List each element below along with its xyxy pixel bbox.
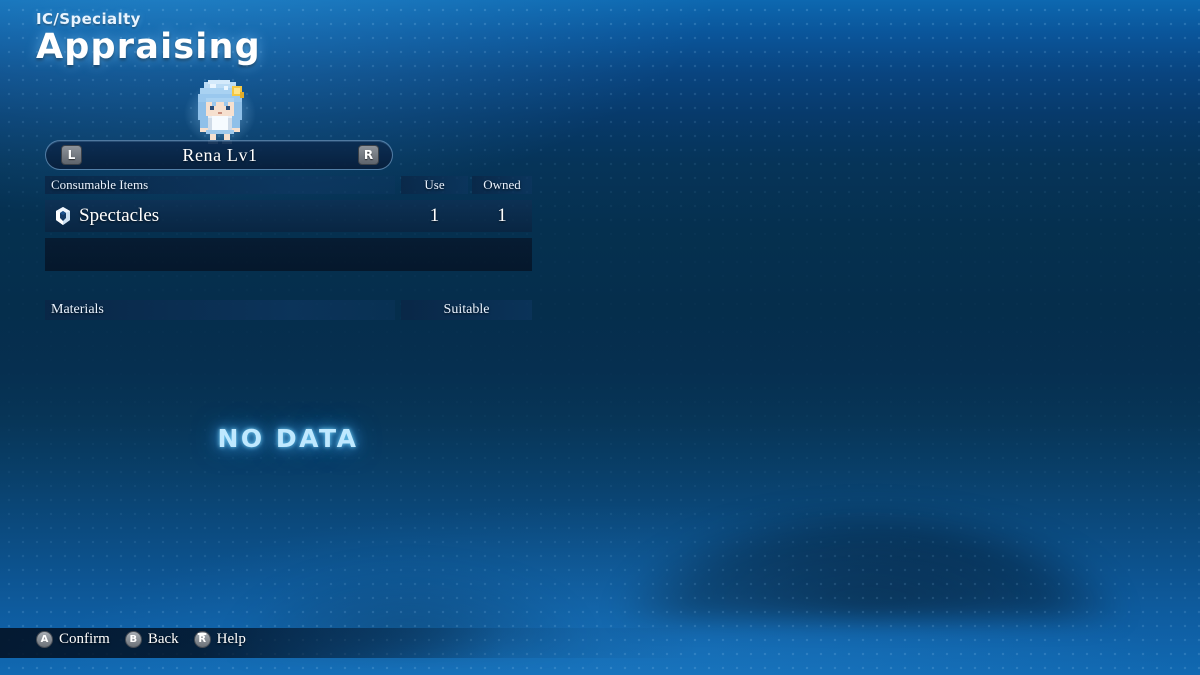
- table-row[interactable]: Spectacles 1 1: [45, 200, 532, 232]
- column-header-use: Use: [424, 177, 445, 192]
- column-header-consumable-items: Consumable Items: [51, 177, 149, 192]
- character-portrait: [170, 66, 270, 158]
- page-title: Appraising: [36, 27, 261, 67]
- prompt-help-label: Help: [216, 631, 246, 647]
- page-header: IC/Specialty Appraising: [36, 10, 261, 66]
- button-prompt-bar: A Confirm B Back R Help: [36, 631, 246, 648]
- rena-sprite-icon: [198, 80, 244, 144]
- game-screen: IC/Specialty Appraising L Rena Lv1 R Con…: [0, 0, 1200, 675]
- character-name-label: Rena Lv1: [182, 144, 258, 165]
- prompt-help[interactable]: R Help: [193, 631, 246, 648]
- item-name-label: Spectacles: [79, 205, 160, 226]
- b-button-icon: B: [124, 631, 142, 648]
- prompt-back-label: Back: [147, 631, 179, 647]
- item-use-count: 1: [429, 205, 440, 226]
- prev-character-button[interactable]: L: [61, 145, 82, 165]
- prompt-confirm-label: Confirm: [59, 631, 110, 647]
- gem-icon: [56, 207, 70, 225]
- no-data-message: NO DATA: [217, 424, 359, 453]
- column-header-suitable: Suitable: [443, 302, 490, 317]
- a-button-icon: A: [36, 631, 53, 648]
- next-character-button[interactable]: R: [358, 145, 379, 165]
- consumables-table-header: Consumable Items Use Owned: [45, 176, 532, 194]
- character-selector-bar[interactable]: L Rena Lv1 R: [45, 140, 393, 170]
- materials-table-header: Materials Suitable: [45, 300, 532, 320]
- column-header-materials: Materials: [51, 302, 104, 317]
- column-header-owned: Owned: [483, 177, 521, 192]
- breadcrumb-category: IC/Specialty: [36, 10, 141, 28]
- prompt-back[interactable]: B Back: [124, 631, 179, 648]
- item-owned-count: 1: [497, 205, 507, 226]
- empty-item-slot: [45, 238, 532, 271]
- prompt-confirm[interactable]: A Confirm: [36, 631, 110, 648]
- right-stick-icon: R: [193, 631, 211, 648]
